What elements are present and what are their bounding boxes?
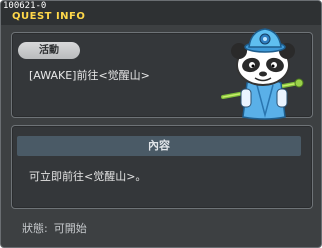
quest-name: [AWAKE]前往<觉醒山> — [29, 69, 150, 82]
content-section-header: 內容 — [17, 136, 301, 156]
title-bar[interactable]: 100621-0 QUEST INFO — [1, 1, 321, 25]
content-description: 可立即前往<觉醒山>。 — [29, 170, 147, 183]
panda-npc-icon — [219, 25, 309, 121]
quest-info-window: 100621-0 QUEST INFO 活動 [AWAKE]前往<觉醒山> 內容… — [0, 0, 322, 248]
quest-category-badge: 活動 — [18, 42, 80, 59]
status-value: 可開始 — [53, 222, 87, 235]
quest-status: 狀態: 可開始 — [22, 222, 93, 236]
quest-id-label: 100621-0 — [3, 1, 47, 11]
status-label: 狀態: — [22, 222, 48, 235]
window-title: QUEST INFO — [12, 11, 86, 22]
